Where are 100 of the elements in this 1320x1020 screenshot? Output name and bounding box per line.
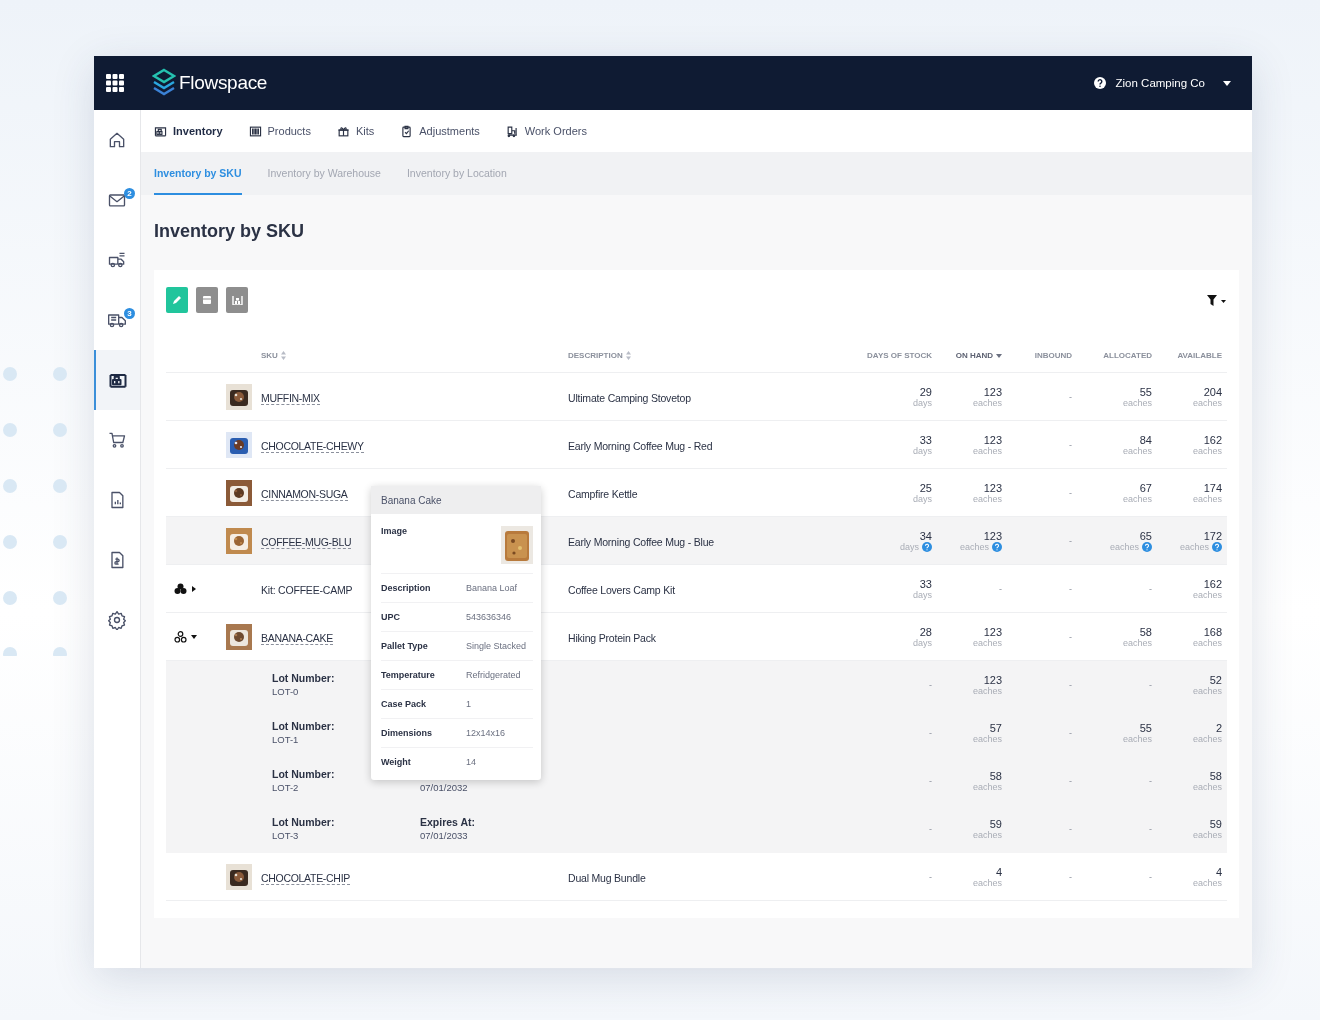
sort-icon[interactable] <box>280 351 286 360</box>
quantity-value: 33 <box>919 433 932 446</box>
nav-tab[interactable]: Products <box>248 124 311 138</box>
edit-button[interactable] <box>166 287 188 313</box>
quantity-value: 65 <box>1139 529 1152 542</box>
quantity-value: 172 <box>1203 529 1222 542</box>
field-value: 12x14x16 <box>466 728 506 738</box>
lot-label: Lot Number: <box>272 720 335 732</box>
expiry-date: 07/01/2033 <box>420 830 468 841</box>
nav-tab[interactable]: Work Orders <box>505 124 587 138</box>
unit-label: eaches <box>1122 637 1152 648</box>
empty-value: - <box>999 583 1002 594</box>
unit-label: eaches <box>1122 733 1152 744</box>
field-label: Temperature <box>381 670 436 680</box>
sku-link[interactable]: CHOCOLATE-CHEWY <box>261 439 364 453</box>
sku-link[interactable]: BANANA-CAKE <box>261 631 333 645</box>
field-label: Pallet Type <box>381 641 429 651</box>
unit-label: eaches <box>972 877 1002 888</box>
pencil-icon <box>172 295 182 305</box>
nav-tab[interactable]: Kits <box>336 124 375 138</box>
sort-descending-icon[interactable] <box>996 353 1002 358</box>
box-button[interactable] <box>196 287 218 313</box>
unit-label: days <box>913 493 932 504</box>
quantity-value: 4 <box>995 865 1002 878</box>
unit-label: days <box>913 589 932 600</box>
empty-value: - <box>1069 535 1072 546</box>
field-label: Weight <box>381 757 412 767</box>
quantity-value: 58 <box>989 769 1002 782</box>
sku-link[interactable]: CHOCOLATE-CHIP <box>261 871 350 885</box>
quantity-value: 123 <box>983 529 1002 542</box>
empty-value: - <box>1149 775 1152 786</box>
sort-icon[interactable] <box>625 351 631 360</box>
unit-label: days <box>913 397 932 408</box>
empty-value: - <box>1069 727 1072 738</box>
description-text: Campfire Kettle <box>568 487 638 500</box>
unit-label: eaches <box>1192 877 1222 888</box>
unit-label: eaches <box>972 781 1002 792</box>
unit-label: eaches <box>1192 589 1222 600</box>
field-value: 543636346 <box>466 612 512 622</box>
quantity-value: 58 <box>1209 769 1222 782</box>
unit-label: eaches <box>1122 397 1152 408</box>
sku-link[interactable]: CINNAMON-SUGA <box>261 487 348 501</box>
filter-icon[interactable] <box>1207 294 1227 306</box>
unit-label: eaches <box>1192 781 1222 792</box>
quantity-value: 34 <box>919 529 932 542</box>
empty-value: - <box>929 679 932 690</box>
empty-value: - <box>1069 823 1072 834</box>
table-row[interactable]: CHOCOLATE-CHEWY Early Morning Coffee Mug - Red 33 days 123 eaches - 84 eaches 162 eaches <box>166 421 1227 469</box>
table-row[interactable]: MUFFIN-MIX Ultimate Camping Stovetop 29 days 123 eaches - 55 eaches 204 eaches <box>166 373 1227 421</box>
unit-label: eaches <box>972 637 1002 648</box>
quantity-value: 58 <box>1139 625 1152 638</box>
sku-link[interactable]: MUFFIN-MIX <box>261 391 320 405</box>
help-icon[interactable] <box>1093 77 1106 89</box>
unit-label: eaches <box>972 733 1002 744</box>
unit-label: eaches <box>1192 829 1222 840</box>
account-name[interactable]: Zion Camping Co <box>1115 77 1205 89</box>
tooltip-title: Banana Cake <box>371 486 541 514</box>
forklift-icon <box>505 124 519 138</box>
unit-label: eaches <box>1179 541 1209 552</box>
quantity-value: 67 <box>1139 481 1152 494</box>
caret-right-icon[interactable] <box>191 585 197 592</box>
empty-value: - <box>929 823 932 834</box>
unit-label: eaches <box>1109 541 1139 552</box>
column-header[interactable]: ON HAND <box>955 351 1002 360</box>
lot-label: Lot Number: <box>272 816 335 828</box>
empty-value: - <box>1069 871 1072 882</box>
quantity-value: 59 <box>1209 817 1222 830</box>
caret-icon[interactable] <box>1223 80 1231 86</box>
quantity-value: 123 <box>983 433 1002 446</box>
empty-value: - <box>929 871 932 882</box>
expiry-label: Expires At: <box>420 816 476 828</box>
nav-tab[interactable]: Adjustments <box>400 124 480 138</box>
quantity-value: 162 <box>1203 433 1222 446</box>
empty-value: - <box>1069 391 1072 402</box>
field-value: Single Stacked <box>466 641 527 651</box>
empty-value: - <box>1069 775 1072 786</box>
barcode-icon <box>248 124 262 138</box>
quantity-value: 4 <box>1215 865 1222 878</box>
page-title: Inventory by SKU <box>154 221 306 242</box>
unit-label: eaches <box>972 493 1002 504</box>
quantity-value: 33 <box>919 577 932 590</box>
quantity-value: 168 <box>1203 625 1222 638</box>
table-row[interactable]: CHOCOLATE-CHIP Dual Mug Bundle - 4 eaches - - 4 eaches <box>166 853 1227 901</box>
quantity-value: 55 <box>1139 385 1152 398</box>
empty-value: - <box>1149 679 1152 690</box>
apps-grid-icon[interactable] <box>106 74 124 92</box>
empty-value: - <box>1149 583 1152 594</box>
logo-icon <box>152 68 176 98</box>
quantity-value: 25 <box>919 481 932 494</box>
expiry-date: 07/01/2032 <box>420 782 468 793</box>
quantity-value: 123 <box>983 385 1002 398</box>
warehouse-button[interactable] <box>226 287 248 313</box>
sidebar-item[interactable] <box>94 350 140 410</box>
quantity-value: 123 <box>983 481 1002 494</box>
quantity-value: 59 <box>989 817 1002 830</box>
description-text: Dual Mug Bundle <box>568 871 646 884</box>
caret-down-icon[interactable] <box>191 633 197 640</box>
sku-link[interactable]: COFFEE-MUG-BLU <box>261 535 352 549</box>
kit-icon <box>174 582 187 595</box>
nav-tab[interactable]: Inventory <box>154 124 223 138</box>
